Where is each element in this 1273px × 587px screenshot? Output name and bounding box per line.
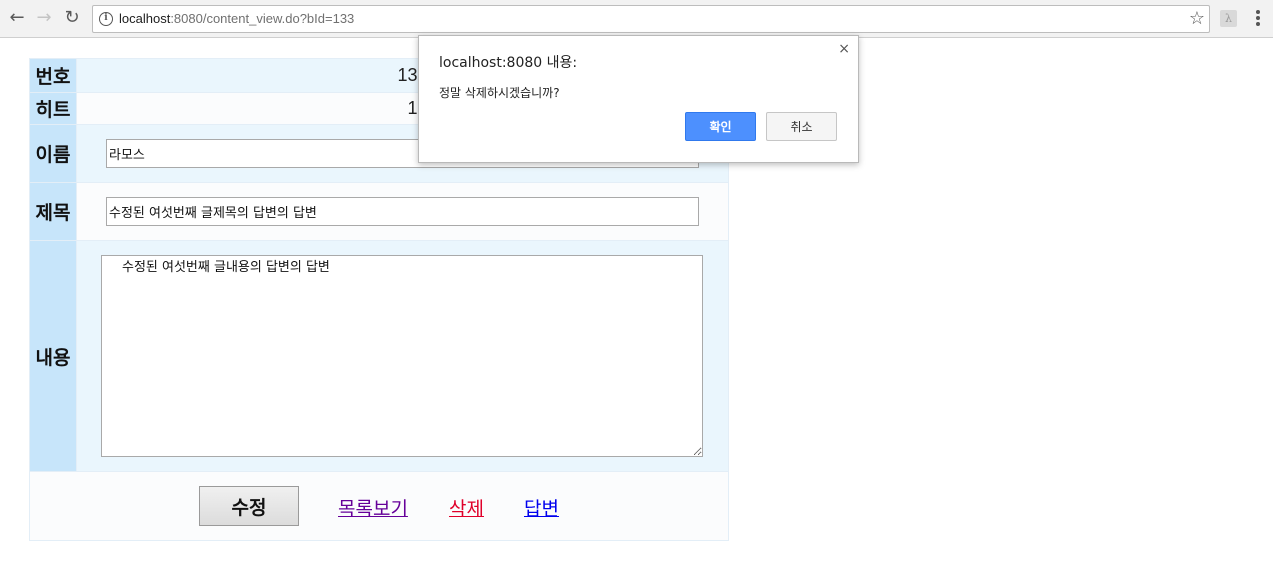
- url-text[interactable]: localhost:8080/content_view.do?bId=133: [119, 11, 354, 26]
- ok-button[interactable]: 확인: [685, 112, 756, 141]
- pdf-extension-icon[interactable]: λ: [1220, 10, 1237, 27]
- actions-cell: 수정 목록보기 삭제 답변: [29, 471, 729, 541]
- close-icon[interactable]: ×: [838, 41, 850, 57]
- content-cell: 수정된 여섯번째 글내용의 답변의 답변: [76, 240, 729, 472]
- edit-button[interactable]: 수정: [199, 486, 299, 526]
- cancel-button[interactable]: 취소: [766, 112, 837, 141]
- number-label: 번호: [29, 58, 77, 93]
- back-arrow-icon[interactable]: ←: [6, 7, 28, 29]
- bookmark-star-icon[interactable]: ☆: [1189, 8, 1205, 29]
- content-textarea[interactable]: 수정된 여섯번째 글내용의 답변의 답변: [101, 255, 703, 457]
- confirm-dialog: localhost:8080 내용: × 정말 삭제하시겠습니까? 확인 취소: [418, 35, 859, 163]
- info-icon[interactable]: i: [99, 12, 113, 26]
- dialog-message: 정말 삭제하시겠습니까?: [439, 86, 560, 100]
- list-link[interactable]: 목록보기: [338, 494, 408, 521]
- dialog-title: localhost:8080 내용:: [439, 55, 578, 71]
- row-actions: 수정 목록보기 삭제 답변: [29, 471, 729, 541]
- forward-arrow-icon[interactable]: →: [33, 7, 55, 29]
- delete-link[interactable]: 삭제: [449, 494, 484, 521]
- title-input[interactable]: [106, 197, 699, 226]
- reply-link[interactable]: 답변: [524, 494, 559, 521]
- title-cell: [76, 182, 729, 241]
- url-path: :8080/content_view.do?bId=133: [170, 11, 355, 26]
- browser-menu-icon[interactable]: [1252, 9, 1264, 29]
- address-bar[interactable]: i localhost:8080/content_view.do?bId=133…: [92, 5, 1210, 33]
- url-host: localhost: [119, 11, 171, 26]
- name-label: 이름: [29, 124, 77, 183]
- hit-label: 히트: [29, 92, 77, 125]
- row-title: 제목: [29, 182, 729, 241]
- reload-icon[interactable]: ↻: [61, 7, 83, 29]
- row-content: 내용 수정된 여섯번째 글내용의 답변의 답변: [29, 240, 729, 472]
- browser-toolbar: ← → ↻ i localhost:8080/content_view.do?b…: [0, 0, 1273, 38]
- content-label: 내용: [29, 240, 77, 472]
- title-label: 제목: [29, 182, 77, 241]
